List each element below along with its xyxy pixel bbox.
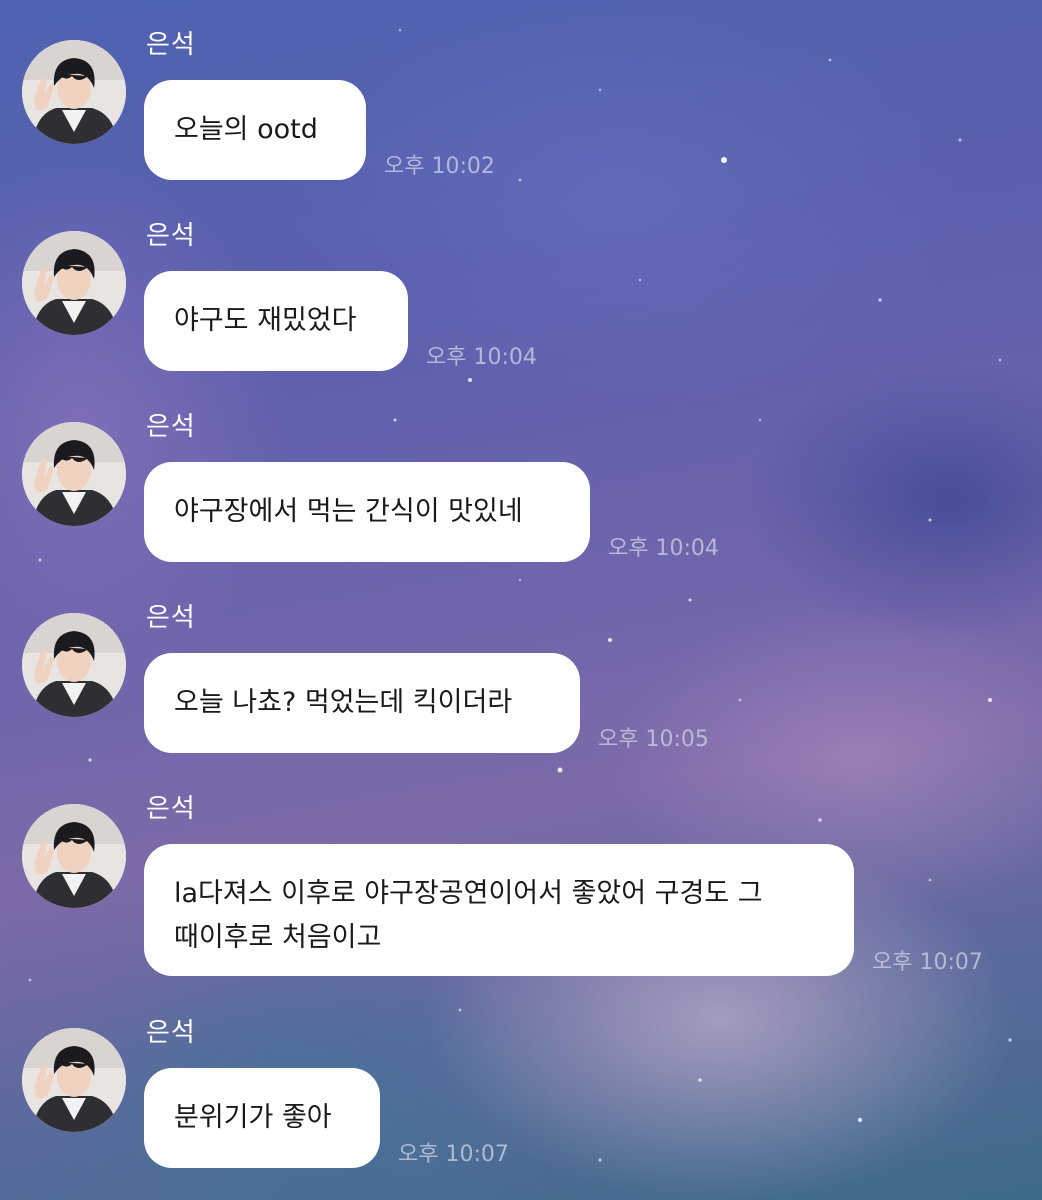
- sender-name: 은석: [146, 412, 196, 442]
- message-row: 은석오늘 나쵸? 먹었는데 킥이더라오후 10:05: [0, 603, 1042, 763]
- avatar[interactable]: [22, 40, 126, 144]
- sender-name: 은석: [146, 603, 196, 633]
- sender-name: 은석: [146, 1018, 196, 1048]
- message-row: 은석야구장에서 먹는 간식이 맛있네오후 10:04: [0, 412, 1042, 572]
- message-row: 은석오늘의 ootd 오후 10:02: [0, 30, 1042, 190]
- avatar[interactable]: [22, 1028, 126, 1132]
- avatar[interactable]: [22, 422, 126, 526]
- message-timestamp: 오후 10:07: [872, 950, 983, 975]
- message-timestamp: 오후 10:04: [608, 536, 719, 561]
- sender-name: 은석: [146, 794, 196, 824]
- message-bubble[interactable]: 야구장에서 먹는 간식이 맛있네: [144, 462, 590, 562]
- message-timestamp: 오후 10:04: [426, 345, 537, 370]
- message-bubble[interactable]: 야구도 재밌었다: [144, 271, 408, 371]
- sender-name: 은석: [146, 221, 196, 251]
- message-timestamp: 오후 10:02: [384, 154, 495, 179]
- avatar[interactable]: [22, 613, 126, 717]
- message-bubble[interactable]: 오늘의 ootd: [144, 80, 366, 180]
- message-bubble[interactable]: la다져스 이후로 야구장공연이어서 좋았어 구경도 그 때이후로 처음이고: [144, 844, 854, 976]
- message-row: 은석 la다져스 이후로 야구장공연이어서 좋았어 구경도 그 때이후로 처음이고…: [0, 794, 1042, 986]
- sender-name: 은석: [146, 30, 196, 60]
- message-bubble[interactable]: 오늘 나쵸? 먹었는데 킥이더라: [144, 653, 580, 753]
- message-timestamp: 오후 10:07: [398, 1142, 509, 1167]
- message-row: 은석야구도 재밌었다오후 10:04: [0, 221, 1042, 381]
- message-bubble[interactable]: 분위기가 좋아: [144, 1068, 380, 1168]
- message-timestamp: 오후 10:05: [598, 727, 709, 752]
- avatar[interactable]: [22, 804, 126, 908]
- message-row: 은석분위기가 좋아오후 10:07: [0, 1018, 1042, 1178]
- avatar[interactable]: [22, 231, 126, 335]
